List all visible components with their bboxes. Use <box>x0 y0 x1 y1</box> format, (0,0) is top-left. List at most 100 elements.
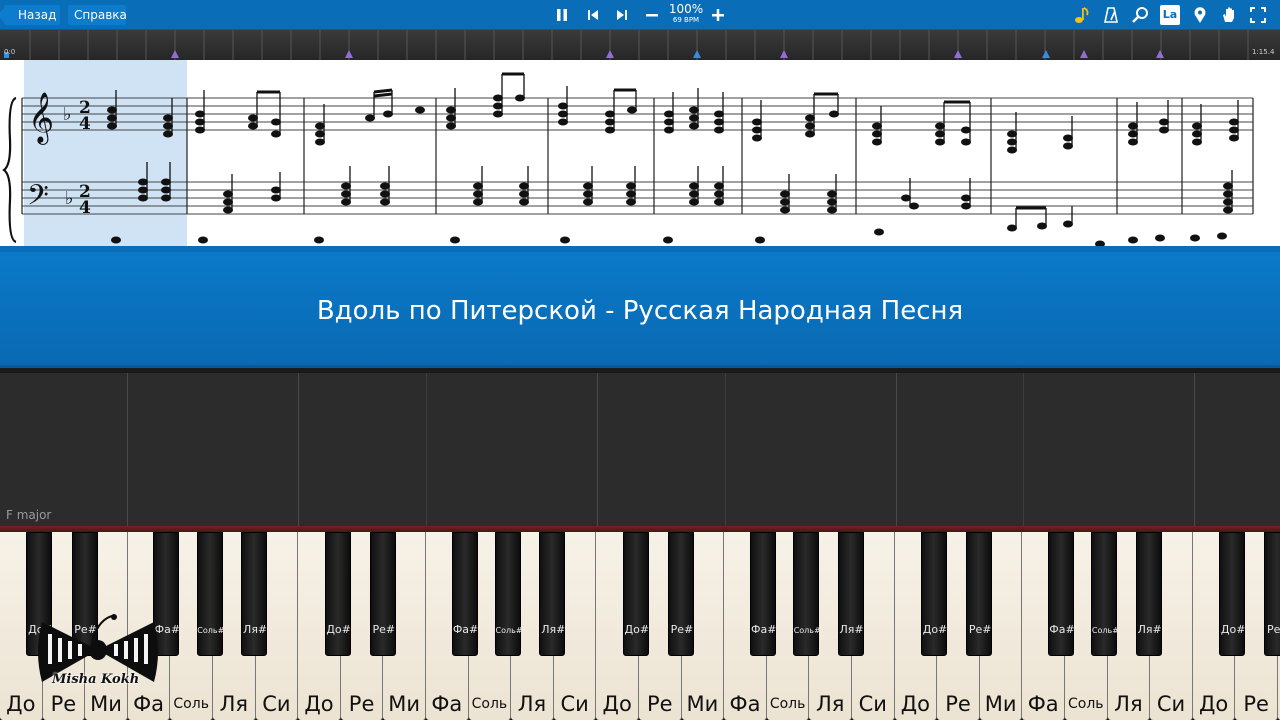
black-key[interactable]: Ре# <box>966 532 993 656</box>
grand-staff: 𝄞 𝄢 ♭ ♭ 24 24 <box>2 60 1254 248</box>
white-key-label: До <box>602 692 632 716</box>
top-toolbar: Назад Справка 100% 69 BPM La <box>0 0 1280 30</box>
roll-gridline <box>597 373 598 528</box>
back-button[interactable]: Назад <box>0 5 60 25</box>
white-key-label: До <box>900 692 931 716</box>
white-key-label: Соль <box>769 696 806 712</box>
tempo-percent: 100% <box>668 2 704 16</box>
black-key-label: Фа# <box>751 623 777 636</box>
black-key-label: До# <box>1220 623 1246 636</box>
svg-text:4: 4 <box>79 198 91 218</box>
svg-text:4: 4 <box>79 114 91 134</box>
plus-icon[interactable] <box>707 4 729 26</box>
black-key-label: Ре# <box>670 623 694 636</box>
timeline-ticks <box>4 30 1249 60</box>
black-key[interactable]: Ля# <box>1135 532 1162 656</box>
white-key-label: Си <box>560 692 589 716</box>
black-key[interactable]: До# <box>324 532 351 656</box>
black-key[interactable]: Ля# <box>837 532 864 656</box>
black-key[interactable]: До# <box>622 532 649 656</box>
black-key-label: Ля# <box>1137 623 1162 636</box>
black-key[interactable]: Ре# <box>1264 532 1280 656</box>
white-key-label: Си <box>1156 692 1186 716</box>
black-key[interactable]: Ре# <box>667 532 694 656</box>
white-key-label: Си <box>262 692 291 716</box>
white-key-label: До <box>1198 692 1229 716</box>
timeline-scrubber[interactable]: 0:0 1:15.4 <box>0 30 1280 60</box>
white-key-label: Ре <box>50 692 77 716</box>
white-key-label: Соль <box>1068 696 1104 712</box>
note-names-button[interactable]: La <box>1160 5 1180 25</box>
black-key-label: Фа# <box>452 623 479 636</box>
minus-icon[interactable] <box>641 4 663 26</box>
song-title-banner: Вдоль по Питерской - Русская Народная Пе… <box>0 252 1280 368</box>
white-key-label: Ля <box>219 692 249 716</box>
skip-forward-icon[interactable] <box>611 4 633 26</box>
piano-keyboard[interactable]: До Ре Ми Фа Соль Ля Си До Ре Ми Фа Соль Ля Си До Ре Ми Фа… <box>0 532 1280 720</box>
black-key[interactable]: Соль# <box>495 532 523 656</box>
search-icon[interactable] <box>1129 4 1151 26</box>
falling-notes-area: F major <box>0 371 1280 528</box>
black-key[interactable]: Ля# <box>539 532 565 656</box>
staff-brace <box>2 96 17 244</box>
black-key-label: Ля# <box>541 623 566 636</box>
flat-icon: ♭ <box>65 188 74 209</box>
music-note-icon[interactable] <box>1071 4 1093 26</box>
help-button[interactable]: Справка <box>68 5 127 25</box>
white-key-label: Ля <box>1114 692 1143 716</box>
roll-gridline <box>896 373 897 528</box>
black-key[interactable]: Ля# <box>241 532 267 656</box>
white-key-label: Ля <box>815 692 845 716</box>
black-key[interactable]: Фа# <box>749 532 776 656</box>
metronome-icon[interactable] <box>1100 4 1122 26</box>
white-key-label: Ми <box>388 692 421 716</box>
white-key-label: Ля <box>517 692 547 716</box>
black-key-label: Ре# <box>968 623 992 636</box>
black-key-label: Ля# <box>243 623 268 636</box>
treble-clef-icon: 𝄞 <box>28 92 54 145</box>
roll-gridline <box>127 373 128 528</box>
song-title: Вдоль по Питерской - Русская Народная Пе… <box>316 296 964 326</box>
black-key-label: Соль# <box>495 626 523 635</box>
white-key-label: До <box>6 692 36 716</box>
white-key-label: Фа <box>729 692 761 716</box>
white-key-label: До <box>304 692 334 716</box>
flat-icon: ♭ <box>63 104 72 125</box>
black-key[interactable]: Соль# <box>196 532 224 656</box>
synthesia-window: Назад Справка 100% 69 BPM La 0:0 1:15.4 … <box>0 0 1280 720</box>
logo-text: Misha Kokh <box>52 672 140 687</box>
timeline-start: 0:0 <box>4 48 16 56</box>
tempo-bpm: 69 BPM <box>672 16 700 24</box>
black-key-label: До# <box>922 623 948 636</box>
timeline-end: 1:15.4 <box>1252 48 1275 56</box>
tempo-display: 100% 69 BPM <box>664 2 708 25</box>
roll-gridline <box>1023 373 1024 528</box>
black-key-label: Соль# <box>1091 626 1119 635</box>
black-key-label: Фа# <box>1049 623 1075 636</box>
black-key[interactable]: Соль# <box>1091 532 1119 656</box>
white-key-label: Ре <box>647 692 673 716</box>
location-pin-icon[interactable] <box>1189 4 1211 26</box>
white-key-label: Фа <box>1027 692 1059 716</box>
white-key-label: Си <box>858 692 887 716</box>
roll-gridline <box>725 373 726 528</box>
white-key-label: Ре <box>348 692 375 716</box>
black-key[interactable]: Ре# <box>369 532 396 656</box>
hand-icon[interactable] <box>1218 4 1240 26</box>
white-key-label: Фа <box>133 692 165 716</box>
black-key-label: До# <box>326 623 351 636</box>
black-key[interactable]: Фа# <box>451 532 478 656</box>
white-key-label: Соль <box>173 696 209 712</box>
black-key[interactable]: Соль# <box>793 532 821 656</box>
black-key[interactable]: До# <box>921 532 947 656</box>
fullscreen-icon[interactable] <box>1247 4 1269 26</box>
black-key[interactable]: До# <box>1219 532 1245 656</box>
white-key-label: Ми <box>984 692 1017 716</box>
skip-back-icon[interactable] <box>582 4 604 26</box>
bass-clef-icon: 𝄢 <box>27 179 49 219</box>
black-key[interactable]: Фа# <box>1047 532 1075 656</box>
white-key-label: Ми <box>686 692 719 716</box>
pause-icon[interactable] <box>551 4 573 26</box>
white-key-label: Соль <box>471 696 508 712</box>
bass-notes <box>111 178 1233 248</box>
